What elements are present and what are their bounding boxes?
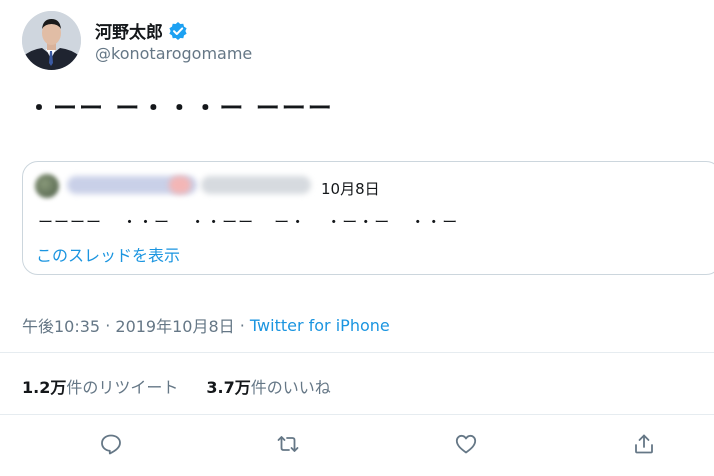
user-handle[interactable]: @konotarogomame bbox=[95, 44, 252, 63]
show-thread-link[interactable]: このスレッドを表示 bbox=[36, 242, 180, 266]
avatar[interactable] bbox=[22, 11, 81, 70]
tweet-text: ・ーー ー・・・ー ーーー bbox=[27, 94, 334, 122]
blurred-emoji bbox=[169, 176, 191, 194]
reply-icon[interactable] bbox=[99, 432, 127, 460]
share-icon[interactable] bbox=[632, 432, 660, 460]
tweet-meta: 午後10:35 · 2019年10月8日 · Twitter for iPhon… bbox=[22, 313, 390, 337]
like-icon[interactable] bbox=[454, 432, 482, 460]
divider bbox=[0, 352, 714, 353]
likes-stat[interactable]: 3.7万件のいいね bbox=[206, 374, 330, 398]
verified-badge-icon bbox=[168, 21, 188, 41]
quoted-text: ーーーー ・・ー ・・ーー ー・ ・ー・ー ・・ー bbox=[38, 213, 459, 231]
tweet-time[interactable]: 午後10:35 bbox=[22, 313, 100, 337]
likes-label: 件のいいね bbox=[250, 378, 331, 397]
blurred-handle bbox=[201, 176, 311, 194]
retweets-count: 1.2万 bbox=[22, 378, 67, 397]
name-row: 河野太郎 bbox=[95, 18, 188, 43]
quoted-avatar[interactable] bbox=[35, 174, 59, 198]
tweet-header: 河野太郎 @konotarogomame bbox=[22, 11, 702, 71]
meta-separator: · bbox=[100, 315, 116, 335]
display-name[interactable]: 河野太郎 bbox=[95, 18, 163, 43]
retweets-stat[interactable]: 1.2万件のリツイート bbox=[22, 374, 178, 398]
tweet-stats: 1.2万件のリツイート 3.7万件のいいね bbox=[22, 374, 359, 398]
likes-count: 3.7万 bbox=[206, 378, 251, 397]
retweets-label: 件のリツイート bbox=[66, 378, 179, 397]
quoted-date[interactable]: 10月8日 bbox=[321, 178, 380, 199]
quoted-tweet[interactable]: 10月8日 ーーーー ・・ー ・・ーー ー・ ・ー・ー ・・ー このスレッドを表… bbox=[22, 161, 714, 275]
meta-separator: · bbox=[234, 315, 250, 335]
tweet-source-link[interactable]: Twitter for iPhone bbox=[250, 316, 390, 335]
divider bbox=[0, 414, 714, 415]
tweet-date[interactable]: 2019年10月8日 bbox=[115, 313, 234, 337]
tweet-actions bbox=[0, 432, 714, 462]
retweet-icon[interactable] bbox=[276, 432, 304, 460]
